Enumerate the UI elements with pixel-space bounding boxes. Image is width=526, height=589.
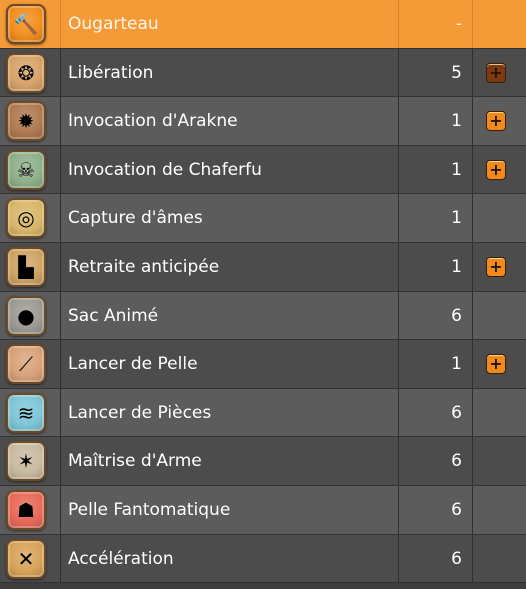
spell-icon-glyph: ✕ [17, 547, 35, 571]
spell-level: 1 [399, 194, 473, 242]
spell-icon-glyph: ✹ [17, 109, 35, 133]
spell-level: 5 [399, 49, 473, 97]
spell-upgrade-cell [473, 486, 526, 534]
spell-icon-cell: ▙ [0, 243, 61, 291]
spell-row[interactable]: 🔨 Ougarteau - [0, 0, 526, 48]
capture-ames-icon: ◎ [6, 198, 46, 238]
spell-icon-glyph: ▙ [18, 255, 34, 279]
spell-row[interactable]: ⟋ Lancer de Pelle 1 + [0, 340, 526, 388]
spell-upgrade-cell [473, 292, 526, 340]
spell-icon-glyph: ❂ [17, 61, 35, 85]
spell-icon-glyph: ≋ [17, 401, 35, 425]
spell-icon-glyph: ◎ [17, 206, 35, 230]
spell-icon-glyph: ● [17, 304, 35, 328]
spell-icon-cell: ✶ [0, 437, 61, 485]
spell-upgrade-cell: + [473, 49, 526, 97]
spell-name: Lancer de Pelle [61, 340, 399, 388]
spell-icon-glyph: ☗ [17, 498, 35, 522]
plus-icon: + [489, 354, 503, 373]
spell-upgrade-cell [473, 194, 526, 242]
spell-level: 6 [399, 486, 473, 534]
spell-level: - [399, 0, 473, 48]
arakne-icon: ✹ [6, 101, 46, 141]
sac-anime-icon: ● [6, 296, 46, 336]
spell-row[interactable]: ≋ Lancer de Pièces 6 [0, 389, 526, 437]
spell-icon-cell: ✕ [0, 535, 61, 583]
maitrise-arme-icon: ✶ [6, 441, 46, 481]
upgrade-spell-button[interactable]: + [486, 63, 506, 83]
plus-icon: + [489, 63, 503, 82]
spell-row[interactable]: ❂ Libération 5 + [0, 49, 526, 97]
spell-upgrade-cell: + [473, 146, 526, 194]
spell-row[interactable]: ☗ Pelle Fantomatique 6 [0, 486, 526, 534]
upgrade-spell-button[interactable]: + [486, 160, 506, 180]
spell-icon-cell: ☗ [0, 486, 61, 534]
spell-upgrade-cell [473, 437, 526, 485]
spell-icon-cell: ◎ [0, 194, 61, 242]
upgrade-spell-button[interactable]: + [486, 354, 506, 374]
spell-name: Accélération [61, 535, 399, 583]
spell-icon-cell: ≋ [0, 389, 61, 437]
plus-icon: + [489, 257, 503, 276]
hammer-icon: 🔨 [6, 4, 46, 44]
spell-name: Sac Animé [61, 292, 399, 340]
spell-icon-cell: ✹ [0, 97, 61, 145]
spell-level: 1 [399, 97, 473, 145]
pelle-fantomatique-icon: ☗ [6, 490, 46, 530]
spell-icon-glyph: ✶ [17, 449, 35, 473]
spell-icon-cell: ❂ [0, 49, 61, 97]
spell-level: 1 [399, 146, 473, 194]
spell-icon-glyph: 🔨 [13, 12, 39, 36]
spell-icon-cell: ⟋ [0, 340, 61, 388]
spell-name: Lancer de Pièces [61, 389, 399, 437]
plus-icon: + [489, 111, 503, 130]
row-divider [0, 582, 526, 583]
spell-upgrade-cell: + [473, 340, 526, 388]
spell-row[interactable]: ▙ Retraite anticipée 1 + [0, 243, 526, 291]
spell-row[interactable]: ✕ Accélération 6 [0, 535, 526, 583]
spell-row[interactable]: ☠ Invocation de Chaferfu 1 + [0, 146, 526, 194]
spell-list: 🔨 Ougarteau - ❂ Libération 5 + ✹ Invocation d'Ar… [0, 0, 526, 589]
spell-name: Maîtrise d'Arme [61, 437, 399, 485]
spell-icon-cell: ● [0, 292, 61, 340]
lancer-pelle-icon: ⟋ [6, 344, 46, 384]
spell-level: 6 [399, 437, 473, 485]
retraite-icon: ▙ [6, 247, 46, 287]
spell-name: Invocation d'Arakne [61, 97, 399, 145]
chaferfu-icon: ☠ [6, 150, 46, 190]
spell-icon-glyph: ⟋ [19, 352, 33, 376]
spell-upgrade-cell [473, 0, 526, 48]
spell-name: Libération [61, 49, 399, 97]
spell-row[interactable]: ✶ Maîtrise d'Arme 6 [0, 437, 526, 485]
spell-level: 6 [399, 535, 473, 583]
plus-icon: + [489, 160, 503, 179]
spell-icon-cell: 🔨 [0, 0, 61, 48]
upgrade-spell-button[interactable]: + [486, 111, 506, 131]
spell-upgrade-cell: + [473, 97, 526, 145]
spell-upgrade-cell: + [473, 243, 526, 291]
spell-name: Invocation de Chaferfu [61, 146, 399, 194]
spell-icon-cell: ☠ [0, 146, 61, 194]
spell-icon-glyph: ☠ [17, 158, 35, 182]
spell-level: 1 [399, 243, 473, 291]
spell-row[interactable]: ◎ Capture d'âmes 1 [0, 194, 526, 242]
spell-row[interactable]: ✹ Invocation d'Arakne 1 + [0, 97, 526, 145]
spell-name: Ougarteau [61, 0, 399, 48]
spell-upgrade-cell [473, 389, 526, 437]
spell-name: Capture d'âmes [61, 194, 399, 242]
spell-level: 6 [399, 292, 473, 340]
spell-upgrade-cell [473, 535, 526, 583]
spell-name: Retraite anticipée [61, 243, 399, 291]
upgrade-spell-button[interactable]: + [486, 257, 506, 277]
acceleration-icon: ✕ [6, 539, 46, 579]
spell-level: 6 [399, 389, 473, 437]
spell-name: Pelle Fantomatique [61, 486, 399, 534]
lancer-pieces-icon: ≋ [6, 393, 46, 433]
spell-level: 1 [399, 340, 473, 388]
liberation-icon: ❂ [6, 53, 46, 93]
spell-row[interactable]: ● Sac Animé 6 [0, 292, 526, 340]
